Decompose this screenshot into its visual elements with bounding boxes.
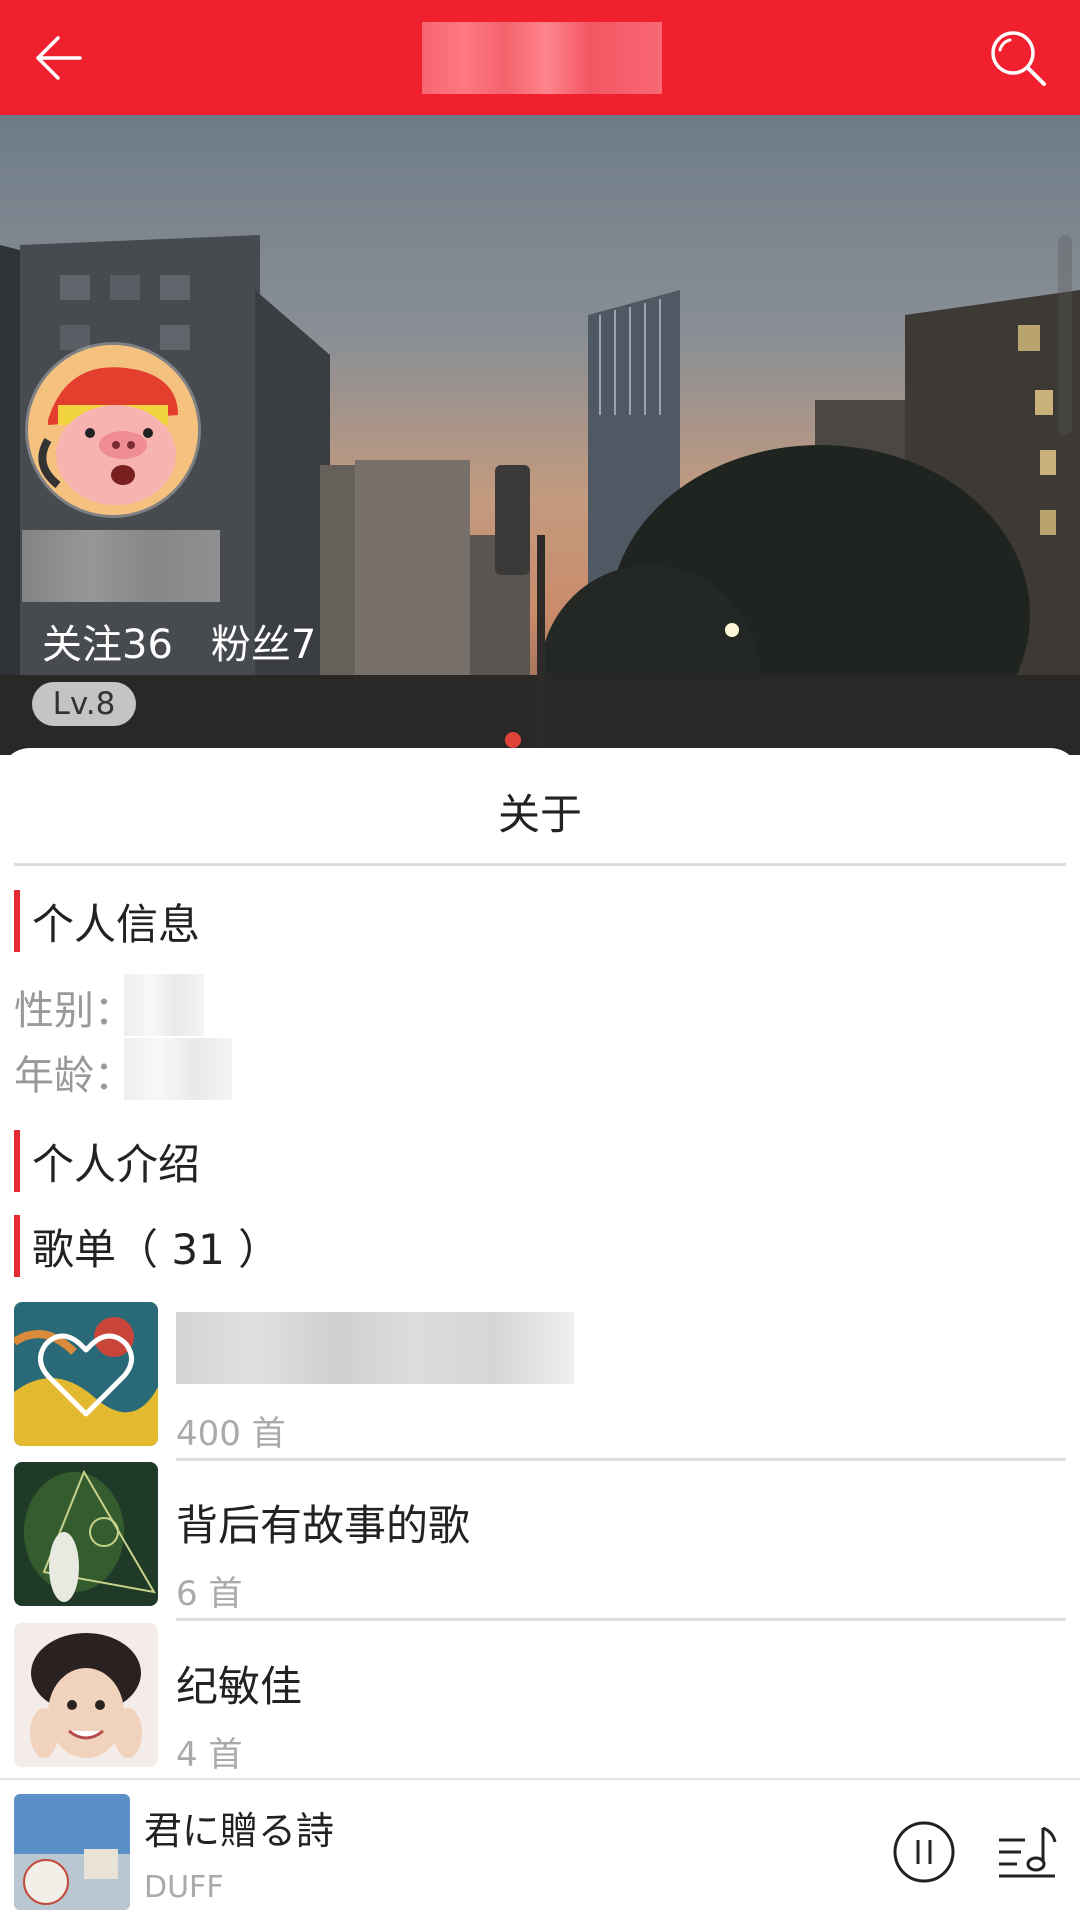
heart-icon bbox=[38, 1333, 134, 1417]
gender-value bbox=[124, 974, 204, 1036]
avatar[interactable] bbox=[28, 345, 198, 515]
section-introduction: 个人介绍 bbox=[14, 1130, 200, 1192]
search-button[interactable] bbox=[980, 20, 1055, 95]
playlist-cover bbox=[14, 1302, 158, 1446]
divider bbox=[176, 1458, 1066, 1461]
section-accent-bar bbox=[14, 1215, 20, 1277]
playlist-queue-button[interactable] bbox=[995, 1820, 1059, 1884]
profile-stats: 关注36 粉丝7 bbox=[42, 612, 316, 670]
mini-player[interactable]: 君に贈る詩 DUFF bbox=[0, 1778, 1080, 1922]
search-icon bbox=[990, 30, 1046, 86]
section-title: 个人介绍 bbox=[32, 1139, 201, 1189]
playlist-title: 背后有故事的歌 bbox=[176, 1501, 471, 1550]
gender-label: 性别： bbox=[14, 988, 134, 1034]
playlist-item[interactable]: 背后有故事的歌 6 首 bbox=[14, 1462, 1066, 1622]
now-playing-title: 君に贈る詩 bbox=[144, 1809, 335, 1853]
section-playlists: 歌单（ 31 ） bbox=[14, 1215, 280, 1277]
age-label: 年龄： bbox=[14, 1053, 134, 1099]
username bbox=[22, 530, 220, 602]
playlist-track-count: 6 首 bbox=[176, 1574, 243, 1614]
playlist-cover bbox=[14, 1462, 158, 1606]
section-personal-info: 个人信息 bbox=[14, 890, 200, 952]
back-button[interactable] bbox=[20, 20, 95, 95]
pause-button[interactable] bbox=[892, 1820, 956, 1884]
playlist-cover bbox=[14, 1623, 158, 1767]
playlist-title: 纪敏佳 bbox=[176, 1662, 303, 1711]
playlist-track-count: 4 首 bbox=[176, 1735, 243, 1775]
playlist-queue-icon bbox=[999, 1826, 1057, 1878]
section-accent-bar bbox=[14, 890, 20, 952]
tab-about[interactable]: 关于 bbox=[0, 781, 1080, 842]
about-card: 关于 个人信息 性别： 年龄： 个人介绍 歌单（ 31 ） 400 首 背后有故… bbox=[0, 748, 1080, 1782]
top-bar bbox=[0, 0, 1080, 115]
now-playing-cover bbox=[14, 1794, 130, 1910]
divider bbox=[176, 1618, 1066, 1621]
divider bbox=[14, 863, 1066, 866]
playlist-item[interactable]: 纪敏佳 4 首 bbox=[14, 1623, 1066, 1783]
section-accent-bar bbox=[14, 1130, 20, 1192]
page-title bbox=[422, 22, 662, 94]
age-value bbox=[124, 1038, 232, 1100]
pause-icon bbox=[893, 1821, 955, 1883]
scrollbar[interactable] bbox=[1058, 235, 1072, 435]
section-title: 个人信息 bbox=[32, 899, 201, 949]
back-arrow-icon bbox=[35, 35, 82, 80]
playlist-track-count: 400 首 bbox=[176, 1414, 286, 1454]
fans-count[interactable]: 粉丝7 bbox=[211, 612, 316, 670]
now-playing-artist: DUFF bbox=[144, 1870, 224, 1905]
section-title: 歌单（ 31 ） bbox=[32, 1224, 281, 1274]
following-count[interactable]: 关注36 bbox=[42, 612, 173, 670]
level-badge: Lv.8 bbox=[32, 682, 136, 726]
playlist-item[interactable]: 400 首 bbox=[14, 1302, 1066, 1462]
playlist-title bbox=[176, 1312, 574, 1384]
